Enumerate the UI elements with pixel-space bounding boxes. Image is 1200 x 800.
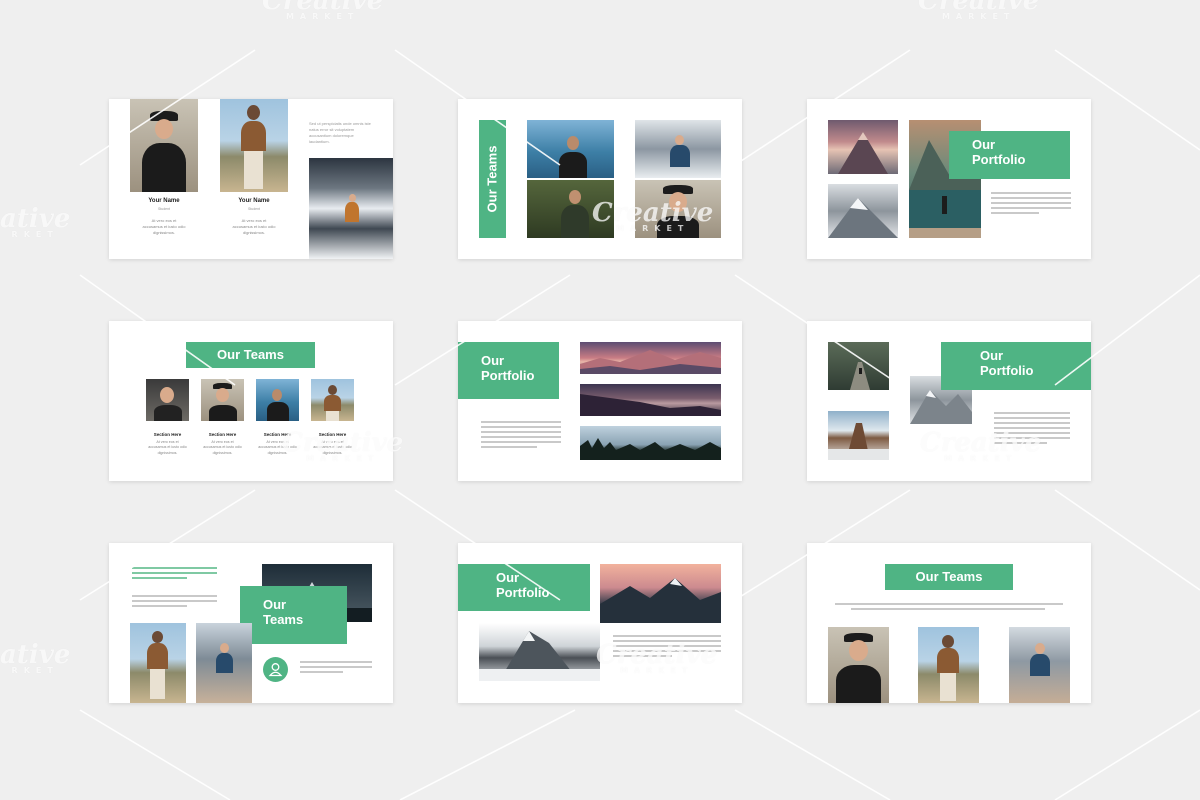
member-bio: At vero eos et accusamus et iusto odio dig…: [142, 218, 186, 235]
photo-hiker-snow: [309, 158, 393, 259]
photo-peak-dusk: [828, 120, 898, 174]
watermark-logo: Creative MARKET: [262, 0, 384, 21]
slide-our-teams-three[interactable]: Our Teams: [807, 543, 1091, 703]
body-text: [994, 412, 1070, 447]
photo-hiker-blue: [635, 120, 721, 178]
slide-portfolio-grid[interactable]: Our Portfolio: [807, 99, 1091, 259]
photo-snow-peak: [828, 184, 898, 238]
slide-our-teams-vertical[interactable]: Our Teams: [458, 99, 742, 259]
member-label: Section Here: [318, 432, 347, 437]
member-bio: At vero eos et accusamus et iusto odio dig…: [232, 218, 276, 235]
highlight-text: [132, 567, 217, 582]
user-icon: [263, 657, 288, 682]
title-line-2: Teams: [263, 611, 304, 627]
photo-woman-hat: [635, 180, 721, 238]
title-box: Our Portfolio: [458, 342, 559, 399]
title-line-2: Portfolio: [481, 367, 535, 383]
photo-cloud-peak: [479, 623, 600, 681]
photo-hiker-rocks: [1009, 627, 1070, 703]
body-text: [613, 635, 721, 660]
title-box: Our Teams: [479, 120, 506, 238]
photo-man-sea: [527, 120, 614, 178]
photo-sunset-peaks: [600, 564, 721, 623]
photo-range-pink: [580, 342, 721, 374]
photo-member-2: [201, 379, 244, 421]
member-name: Your Name: [238, 198, 270, 204]
watermark-logo-edge: ative RKET: [0, 640, 71, 675]
slide-title: Our Teams: [186, 342, 315, 368]
photo-ridge-sunset: [580, 384, 721, 416]
photo-man-field: [130, 623, 186, 703]
photo-man-field: [918, 627, 979, 703]
slide-our-teams-four[interactable]: Our Teams Section Here At vero eos et acc…: [109, 321, 393, 481]
title-line-2: Portfolio: [496, 584, 550, 600]
slide-portfolio-split[interactable]: Our Portfolio: [458, 543, 742, 703]
side-text: Sed ut perspiciatis unde omnis iste natus…: [309, 121, 371, 144]
member-role: Student: [157, 207, 171, 211]
body-text: [132, 595, 217, 610]
title-box: Our Portfolio: [458, 564, 590, 611]
photo-member-3: [256, 379, 299, 421]
watermark-logo: Creative MARKET: [918, 0, 1040, 21]
body-text: [835, 603, 1063, 613]
title-box: Our Portfolio: [949, 131, 1070, 179]
title-line-1: Our: [263, 597, 287, 612]
body-text: [481, 421, 561, 451]
photo-brown-peak: [828, 411, 889, 460]
body-text: [991, 192, 1071, 217]
photo-forest-road: [828, 342, 889, 390]
member-role: Student: [247, 207, 261, 211]
title-box: Our Portfolio: [941, 342, 1091, 390]
watermark-logo-edge: ative RKET: [0, 204, 71, 239]
title-box: Our Teams: [240, 586, 347, 644]
title-line-2: Portfolio: [980, 362, 1034, 378]
body-text: [300, 661, 372, 676]
member-bio: At vero eos et accusamus et iusto odio dig…: [148, 440, 187, 455]
member-name: Your Name: [148, 198, 180, 204]
photo-woman-hat: [130, 99, 198, 192]
slide-portfolio-stripes[interactable]: Our Portfolio: [458, 321, 742, 481]
photo-member-1: [146, 379, 189, 421]
member-bio: At vero eos et accusamus et iusto odio dig…: [313, 440, 352, 455]
slide-team-members[interactable]: Your Name Student At vero eos et accusamu…: [109, 99, 393, 259]
member-bio: At vero eos et accusamus et iusto odio dig…: [258, 440, 297, 455]
photo-man-forest: [527, 180, 614, 238]
slide-portfolio-mixed[interactable]: Our Portfolio: [807, 321, 1091, 481]
title-line-1: Our: [496, 570, 520, 585]
member-bio: At vero eos et accusamus et iusto odio dig…: [203, 440, 242, 455]
member-label: Section Here: [153, 432, 182, 437]
title-line-1: Our: [481, 353, 505, 368]
photo-woman-hat: [828, 627, 889, 703]
photo-pine-forest: [580, 426, 721, 460]
photo-hiker-rocks: [196, 623, 252, 703]
member-label: Section Here: [208, 432, 237, 437]
slide-title: Our Teams: [484, 145, 500, 213]
photo-member-4: [311, 379, 354, 421]
slide-our-teams-icon[interactable]: Our Teams: [109, 543, 393, 703]
title-line-2: Portfolio: [972, 151, 1026, 167]
member-label: Section Here: [263, 432, 292, 437]
title-line-1: Our: [980, 348, 1004, 363]
photo-man-field: [220, 99, 288, 192]
title-line-1: Our: [972, 137, 996, 152]
slide-title: Our Teams: [885, 564, 1013, 590]
